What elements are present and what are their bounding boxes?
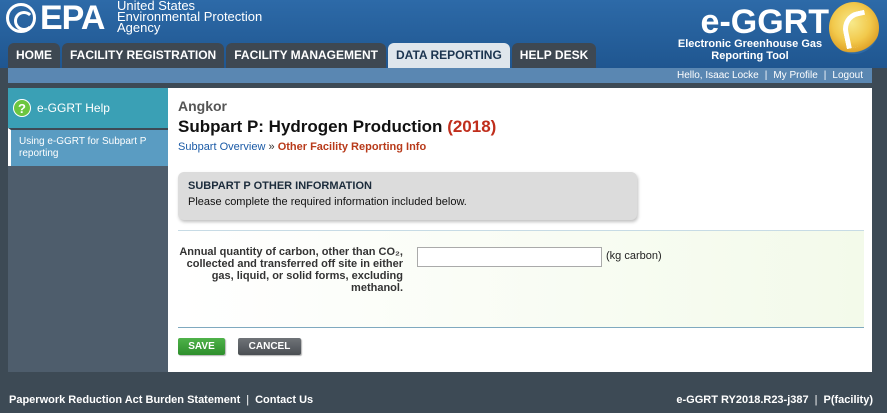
- carbon-quantity-label: Annual quantity of carbon, other than CO…: [179, 246, 403, 294]
- epa-agency-name: United States Environmental Protection A…: [117, 0, 262, 34]
- context-text: P(facility): [823, 394, 873, 406]
- breadcrumb-subpart-overview[interactable]: Subpart Overview: [178, 141, 265, 153]
- help-link-subpart-p[interactable]: Using e-GGRT for Subpart P reporting: [8, 128, 168, 166]
- user-greeting: Hello, Isaac Locke: [677, 70, 759, 81]
- form-area: Annual quantity of carbon, other than CO…: [178, 230, 864, 328]
- egg-logo: e-GGRT: [700, 3, 829, 41]
- site-header: EPA United States Environmental Protecti…: [0, 0, 887, 68]
- main-nav: HOME FACILITY REGISTRATION FACILITY MANA…: [8, 43, 597, 68]
- site-footer: Paperwork Reduction Act Burden Statement…: [0, 388, 887, 413]
- tab-facility-management[interactable]: FACILITY MANAGEMENT: [226, 43, 387, 68]
- save-button[interactable]: SAVE: [178, 338, 225, 355]
- tab-help-desk[interactable]: HELP DESK: [511, 43, 597, 68]
- my-profile-link[interactable]: My Profile: [773, 70, 817, 81]
- logout-link[interactable]: Logout: [832, 70, 863, 81]
- breadcrumb: Subpart Overview » Other Facility Report…: [178, 141, 426, 153]
- epa-seal-icon: [6, 3, 36, 33]
- main-content: Angkor Subpart P: Hydrogen Production (2…: [168, 88, 872, 372]
- unit-label: (kg carbon): [606, 250, 662, 262]
- version-text: e-GGRT RY2018.R23-j387: [676, 394, 809, 406]
- egret-icon: [829, 2, 879, 54]
- carbon-quantity-input[interactable]: [417, 247, 602, 267]
- tab-data-reporting[interactable]: DATA REPORTING: [388, 43, 510, 68]
- contact-link[interactable]: Contact Us: [255, 394, 313, 406]
- help-header: ? e-GGRT Help: [8, 88, 168, 128]
- user-bar: Hello, Isaac Locke | My Profile | Logout: [8, 68, 872, 83]
- tab-facility-registration[interactable]: FACILITY REGISTRATION: [62, 43, 225, 68]
- tab-home[interactable]: HOME: [8, 43, 60, 68]
- egg-subtitle-line: Reporting Tool: [711, 50, 789, 62]
- footer-version: e-GGRT RY2018.R23-j387 | P(facility): [676, 394, 873, 406]
- epa-logo[interactable]: EPA: [6, 0, 105, 37]
- separator: |: [823, 70, 827, 81]
- separator: |: [814, 394, 818, 406]
- help-question-icon: ?: [13, 99, 31, 117]
- breadcrumb-separator: »: [268, 141, 275, 153]
- epa-wordmark: EPA: [40, 0, 105, 37]
- footer-links: Paperwork Reduction Act Burden Statement…: [9, 394, 313, 406]
- cancel-button[interactable]: CANCEL: [238, 338, 301, 355]
- separator: |: [246, 394, 250, 406]
- facility-name: Angkor: [178, 98, 227, 114]
- help-sidebar: ? e-GGRT Help Using e-GGRT for Subpart P…: [8, 88, 168, 372]
- egg-subtitle-line: Electronic Greenhouse Gas: [677, 38, 823, 50]
- help-title: e-GGRT Help: [37, 101, 110, 115]
- info-box: SUBPART P OTHER INFORMATION Please compl…: [178, 172, 637, 220]
- reporting-year: (2018): [447, 117, 497, 136]
- page-title-text: Subpart P: Hydrogen Production: [178, 117, 443, 136]
- info-title: SUBPART P OTHER INFORMATION: [188, 180, 372, 192]
- breadcrumb-current: Other Facility Reporting Info: [277, 141, 427, 153]
- info-text: Please complete the required information…: [188, 196, 467, 208]
- page-title: Subpart P: Hydrogen Production (2018): [178, 117, 496, 137]
- separator: |: [764, 70, 768, 81]
- paperwork-link[interactable]: Paperwork Reduction Act Burden Statement: [9, 394, 240, 406]
- egg-subtitle: Electronic Greenhouse Gas Reporting Tool: [675, 38, 825, 62]
